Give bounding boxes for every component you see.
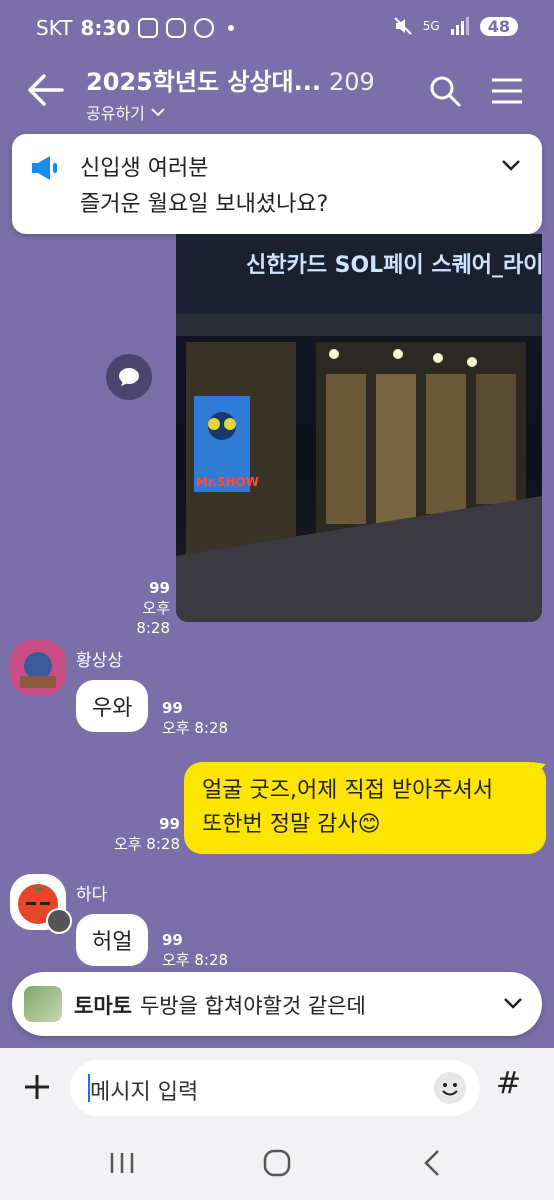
share-button[interactable]: 공유하기 [86, 100, 165, 124]
unread-count: 99 [149, 579, 170, 597]
hash-icon[interactable]: # [496, 1066, 521, 1101]
clock: 8:30 [80, 16, 131, 40]
back-nav-icon[interactable] [422, 1148, 442, 1178]
pinned-notice[interactable]: 신입생 여러분 즐거운 월요일 보내셨나요? [12, 134, 542, 234]
sender-name: 하다 [76, 885, 108, 905]
avatar[interactable] [10, 640, 66, 696]
chat-title[interactable]: 2025학년도 상상대... 209 [86, 62, 375, 97]
message-input-bar: 메시지 입력 # [0, 1048, 554, 1126]
status-bar: SKT 8:30 5G 48 [0, 0, 554, 56]
megaphone-icon [32, 156, 57, 180]
home-icon[interactable] [262, 1148, 292, 1178]
sender-name: 황상상 [76, 651, 123, 671]
system-nav-bar [0, 1126, 554, 1200]
profile-badge-icon [46, 908, 72, 934]
back-arrow-icon[interactable] [22, 72, 66, 108]
poster-text: Mr.SHOW [196, 475, 259, 489]
message-time: 오후 8:28 [162, 951, 229, 969]
hamburger-menu-icon[interactable] [490, 76, 524, 106]
venue-photo: 신한카드 SOL페이 스퀘어_라이브홀 Mr.SHOW [176, 234, 542, 622]
preview-sender: 토마토 [74, 994, 132, 1018]
notification-dot-icon [228, 25, 235, 31]
message-line: 또한번 정말 감사😊 [202, 812, 381, 837]
talk-icon [194, 18, 215, 38]
preview-message: 두방을 합쳐야할것 같은데 [139, 994, 366, 1018]
search-icon[interactable] [428, 74, 462, 108]
notice-line-1: 신입생 여러분 [80, 156, 209, 181]
chevron-down-icon[interactable] [500, 154, 522, 176]
message-meta: 99 오후 8:28 [100, 814, 180, 854]
plus-icon[interactable] [20, 1070, 54, 1104]
carrier-label: SKT [36, 16, 73, 40]
message-line: 얼굴 굿즈,어제 직접 받아주셔서 [202, 778, 494, 803]
message-input[interactable]: 메시지 입력 [70, 1060, 480, 1116]
signal-icon [450, 17, 469, 35]
speech-bubble-icon [119, 368, 139, 386]
preview-thumbnail [24, 986, 62, 1022]
message-time: 오후 8:28 [136, 599, 170, 637]
member-count: 209 [328, 68, 375, 96]
recent-apps-icon[interactable] [108, 1150, 136, 1176]
battery-indicator: 48 [479, 16, 518, 36]
mute-icon [394, 17, 412, 35]
bubble-tail-icon [532, 762, 546, 778]
chevron-down-icon [151, 108, 165, 117]
chevron-down-icon[interactable] [502, 992, 524, 1014]
preview-text: 토마토 두방을 합쳐야할것 같은데 [74, 990, 366, 1020]
notice-line-2: 즐거운 월요일 보내셨나요? [80, 192, 329, 217]
chat-header: 2025학년도 상상대... 209 공유하기 [0, 56, 554, 134]
message-meta: 99 오후 8:28 [162, 698, 228, 738]
network-label: 5G [422, 19, 440, 33]
message-bubble[interactable]: 허얼 [76, 914, 149, 966]
share-message-button[interactable] [106, 354, 152, 400]
photo-message[interactable]: 신한카드 SOL페이 스퀘어_라이브홀 Mr.SHOW [176, 234, 542, 622]
character-avatar-icon [10, 640, 66, 696]
message-input-placeholder: 메시지 입력 [90, 1080, 199, 1105]
instagram-icon [166, 18, 187, 38]
message-preview-banner[interactable]: 토마토 두방을 합쳐야할것 같은데 [12, 972, 542, 1036]
share-label: 공유하기 [86, 104, 145, 123]
my-message-bubble[interactable]: 얼굴 굿즈,어제 직접 받아주셔서 또한번 정말 감사😊 [184, 762, 546, 854]
screenshot-icon [138, 18, 159, 38]
emoji-icon[interactable] [434, 1072, 466, 1104]
sign-text: 신한카드 SOL페이 스퀘어_라이브홀 [246, 252, 542, 278]
message-bubble[interactable]: 우와 [76, 680, 149, 732]
unread-count: 99 [159, 815, 180, 833]
message-meta: 99 오후 8:28 [120, 578, 170, 638]
chat-title-text: 2025학년도 상상대... [86, 68, 321, 96]
unread-count: 99 [162, 699, 183, 717]
message-meta: 99 오후 8:28 [162, 930, 228, 970]
unread-count: 99 [162, 931, 183, 949]
message-time: 오후 8:28 [113, 835, 180, 853]
message-time: 오후 8:28 [162, 719, 229, 737]
